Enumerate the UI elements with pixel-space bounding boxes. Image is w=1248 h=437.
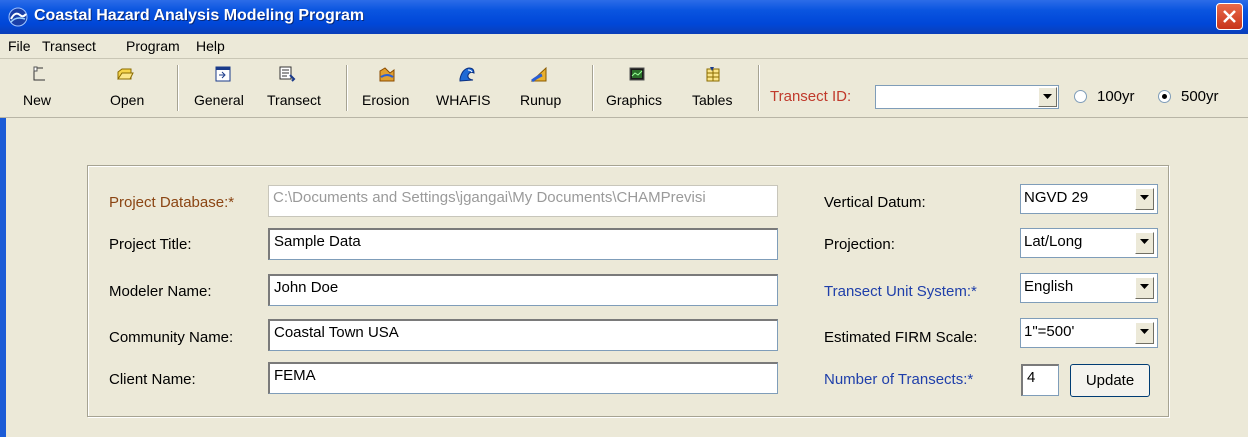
new-button[interactable]: New — [20, 59, 60, 115]
chevron-down-icon — [1140, 195, 1149, 200]
tables-icon — [706, 67, 720, 82]
open-folder-icon — [117, 68, 134, 80]
transect-label: Transect — [267, 92, 321, 108]
modeler-name-field[interactable]: John Doe — [268, 274, 778, 306]
client-name-field[interactable]: FEMA — [268, 362, 778, 394]
toolbar-separator — [758, 65, 760, 111]
whafis-label: WHAFIS — [436, 92, 491, 108]
firm-scale-value: 1"=500' — [1024, 323, 1075, 340]
vertical-datum-value: NGVD 29 — [1024, 189, 1089, 206]
erosion-button[interactable]: Erosion — [358, 59, 422, 115]
vertical-datum-label: Vertical Datum: — [824, 194, 926, 211]
runup-button[interactable]: Runup — [516, 59, 564, 115]
chevron-down-icon — [1140, 239, 1149, 244]
close-button[interactable] — [1216, 3, 1243, 30]
radio-selected-dot — [1162, 94, 1167, 99]
toolbar: New Open General Transect Erosion WHAFIS… — [0, 59, 1248, 118]
project-database-field[interactable]: C:\Documents and Settings\jgangai\My Doc… — [268, 185, 778, 217]
projection-dropdown-button[interactable] — [1135, 232, 1154, 254]
project-title-field[interactable]: Sample Data — [268, 228, 778, 260]
menu-transect[interactable]: Transect — [42, 38, 96, 54]
project-title-label: Project Title: — [109, 236, 192, 253]
toolbar-separator — [346, 65, 348, 111]
close-icon — [1223, 10, 1236, 23]
firm-scale-dropdown[interactable]: 1"=500' — [1020, 318, 1158, 348]
window-title: Coastal Hazard Analysis Modeling Program — [34, 7, 365, 24]
tables-button[interactable]: Tables — [688, 59, 742, 115]
radio-500yr-label[interactable]: 500yr — [1181, 88, 1219, 105]
client-name-label: Client Name: — [109, 371, 196, 388]
graphics-label: Graphics — [606, 92, 663, 108]
general-button[interactable]: General — [192, 59, 254, 115]
transect-button[interactable]: Transect — [264, 59, 336, 115]
erosion-label: Erosion — [362, 92, 410, 108]
vertical-datum-dropdown[interactable]: NGVD 29 — [1020, 184, 1158, 214]
window-frame-edge — [0, 118, 6, 437]
new-label: New — [23, 92, 52, 108]
wave-app-icon — [7, 7, 29, 27]
transect-id-dropdown-button[interactable] — [1038, 87, 1057, 107]
general-icon — [215, 66, 231, 82]
modeler-name-label: Modeler Name: — [109, 283, 212, 300]
open-button[interactable]: Open — [104, 59, 148, 115]
graphics-icon — [629, 67, 645, 81]
transect-icon — [279, 66, 296, 82]
num-transects-field[interactable]: 4 — [1021, 364, 1059, 396]
radio-100yr-label[interactable]: 100yr — [1097, 88, 1135, 105]
whafis-wave-icon — [459, 67, 475, 82]
unit-system-dropdown[interactable]: English — [1020, 273, 1158, 303]
projection-dropdown[interactable]: Lat/Long — [1020, 228, 1158, 258]
erosion-icon — [379, 67, 395, 82]
transect-id-label: Transect ID: — [770, 88, 852, 105]
whafis-button[interactable]: WHAFIS — [432, 59, 500, 115]
update-button[interactable]: Update — [1070, 364, 1150, 397]
vertical-datum-dropdown-button[interactable] — [1135, 188, 1154, 210]
toolbar-separator — [592, 65, 594, 111]
community-name-label: Community Name: — [109, 329, 234, 346]
menu-help[interactable]: Help — [196, 38, 225, 54]
unit-system-value: English — [1024, 278, 1074, 295]
graphics-button[interactable]: Graphics — [602, 59, 676, 115]
menu-bar: File Transect Program Help — [0, 34, 1248, 59]
new-icon — [33, 66, 45, 81]
chevron-down-icon — [1140, 284, 1149, 289]
projection-value: Lat/Long — [1024, 233, 1083, 250]
chevron-down-icon — [1140, 329, 1149, 334]
unit-system-dropdown-button[interactable] — [1135, 277, 1154, 299]
runup-icon — [530, 66, 547, 83]
toolbar-separator — [177, 65, 179, 111]
community-name-field[interactable]: Coastal Town USA — [268, 319, 778, 351]
firm-scale-label: Estimated FIRM Scale: — [824, 329, 978, 346]
title-bar[interactable]: Coastal Hazard Analysis Modeling Program — [0, 0, 1248, 34]
project-database-label: Project Database:* — [109, 194, 235, 211]
unit-system-label: Transect Unit System:* — [824, 283, 977, 300]
projection-label: Projection: — [824, 236, 895, 253]
num-transects-label: Number of Transects:* — [824, 371, 974, 388]
menu-program[interactable]: Program — [126, 38, 180, 54]
runup-label: Runup — [520, 92, 562, 108]
chevron-down-icon — [1043, 94, 1052, 99]
firm-scale-dropdown-button[interactable] — [1135, 322, 1154, 344]
transect-id-dropdown[interactable] — [875, 85, 1059, 109]
tables-label: Tables — [692, 92, 733, 108]
general-label: General — [194, 92, 244, 108]
menu-file[interactable]: File — [8, 38, 31, 54]
radio-100yr[interactable] — [1074, 90, 1087, 103]
radio-500yr[interactable] — [1158, 90, 1171, 103]
open-label: Open — [110, 92, 145, 108]
